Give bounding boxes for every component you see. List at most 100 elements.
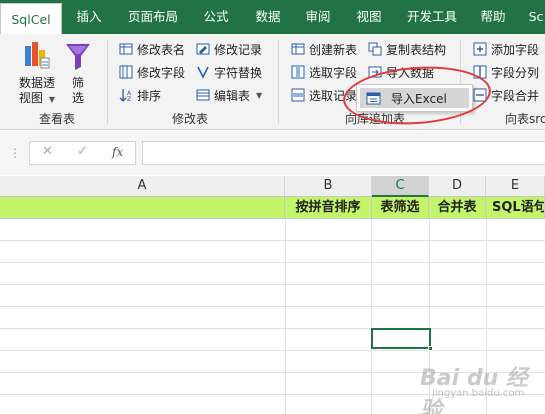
grid-row-line — [0, 284, 545, 285]
column-header-c[interactable]: C — [372, 176, 429, 197]
import-dropdown-menu: 导入Excel — [356, 84, 473, 112]
grid-row-line — [0, 240, 545, 241]
create-table-label: 创建新表 — [309, 42, 358, 57]
grid-row-line — [0, 306, 545, 307]
column-header-d[interactable]: D — [429, 176, 486, 197]
watermark-url: jingyan.baidu.com — [432, 388, 525, 399]
import-data-label: 导入数据 — [386, 65, 435, 80]
modify-field-label: 修改字段 — [137, 65, 186, 80]
tab-page-layout[interactable]: 页面布局 — [118, 0, 188, 34]
add-field-label: 添加字段 — [491, 42, 540, 57]
field-edit-icon — [118, 65, 133, 80]
column-header-e[interactable]: E — [486, 176, 545, 197]
filter-label-line2: 选 — [71, 91, 84, 105]
rename-table-button[interactable]: 修改表名 — [118, 39, 185, 59]
group-label-field: 向表src — [505, 112, 545, 126]
table-row: 按拼音排序 表筛选 合并表 SQL语句 — [0, 197, 545, 219]
tab-data[interactable]: 数据 — [248, 0, 288, 34]
sort-button[interactable]: AZ 排序 — [118, 85, 161, 105]
cancel-icon[interactable]: ✕ — [42, 144, 53, 159]
replace-char-label: 字符替换 — [214, 65, 263, 80]
cell-c1[interactable]: 表筛选 — [372, 197, 429, 219]
group-separator — [107, 40, 108, 124]
cell-b1[interactable]: 按拼音排序 — [285, 197, 372, 219]
grid-row-line — [0, 262, 545, 263]
modify-field-button[interactable]: 修改字段 — [118, 62, 185, 82]
confirm-icon[interactable]: ✓ — [77, 144, 88, 159]
edit-table-icon — [195, 88, 210, 103]
add-field-icon — [472, 42, 487, 57]
formula-bar: ⋮ ✕ ✓ fx — [0, 131, 545, 175]
grid-row-line — [0, 350, 545, 351]
replace-char-button[interactable]: 字符替换 — [195, 62, 262, 82]
copy-structure-button[interactable]: 复制表结构 — [367, 39, 446, 59]
pivot-table-button[interactable]: 数据透 视图 ▼ — [14, 40, 60, 107]
tab-insert[interactable]: 插入 — [68, 0, 110, 34]
pivot-table-icon — [25, 42, 50, 69]
modify-record-button[interactable]: 修改记录 — [195, 39, 262, 59]
excel-import-icon — [366, 91, 381, 106]
import-excel-menu-item[interactable]: 导入Excel — [360, 88, 469, 108]
select-field-icon — [290, 65, 305, 80]
column-header-a[interactable]: A — [0, 176, 285, 197]
sort-label: 排序 — [137, 88, 162, 103]
cell-d1[interactable]: 合并表 — [429, 197, 486, 219]
filter-label-line1: 筛 — [71, 76, 84, 90]
group-label-view-table: 查看表 — [38, 112, 75, 126]
grid-column-line — [285, 219, 286, 414]
sort-icon: AZ — [118, 88, 133, 103]
merge-field-icon — [472, 88, 487, 103]
select-record-icon — [290, 88, 305, 103]
merge-field-label: 字段合并 — [491, 88, 540, 103]
tab-formulas[interactable]: 公式 — [196, 0, 236, 34]
copy-structure-icon — [367, 42, 382, 57]
chevron-down-icon: ▼ — [48, 95, 56, 104]
add-field-button[interactable]: 添加字段 — [472, 39, 539, 59]
table-edit-icon — [118, 42, 133, 57]
split-field-icon — [472, 65, 487, 80]
import-data-button[interactable]: 导入数据 — [367, 62, 434, 82]
svg-text:Z: Z — [127, 96, 131, 102]
tab-sqlcel[interactable]: SqlCel — [0, 3, 62, 34]
ribbon-tab-bar: SqlCel 插入 页面布局 公式 数据 审阅 视图 开发工具 帮助 Sc — [0, 0, 545, 34]
select-field-button[interactable]: 选取字段 — [290, 62, 357, 82]
edit-table-label: 编辑表 — [214, 88, 251, 103]
fill-handle[interactable] — [428, 346, 433, 351]
tab-help[interactable]: 帮助 — [473, 0, 513, 34]
group-separator — [278, 40, 279, 124]
rename-table-label: 修改表名 — [137, 42, 186, 57]
split-field-button[interactable]: 字段分列 — [472, 62, 539, 82]
active-cell[interactable] — [371, 328, 433, 351]
tab-sc[interactable]: Sc — [521, 0, 545, 34]
function-icon[interactable]: fx — [112, 145, 123, 159]
formula-input[interactable] — [142, 141, 545, 165]
chevron-down-icon: ▼ — [256, 90, 263, 100]
tab-review[interactable]: 审阅 — [298, 0, 338, 34]
group-label-modify-table: 修改表 — [171, 112, 208, 126]
tab-view[interactable]: 视图 — [349, 0, 389, 34]
import-icon — [367, 65, 382, 80]
pivot-label-line2: 视图 — [18, 91, 43, 105]
group-label-append-table: 向库追加表 — [344, 112, 405, 126]
import-excel-label: 导入Excel — [391, 91, 447, 106]
cell-a1[interactable] — [0, 197, 285, 219]
modify-record-label: 修改记录 — [214, 42, 263, 57]
split-field-label: 字段分列 — [491, 65, 540, 80]
edit-table-button[interactable]: 编辑表 ▼ — [195, 85, 262, 105]
select-field-label: 选取字段 — [309, 65, 358, 80]
drag-handle-icon[interactable]: ⋮ — [9, 146, 21, 160]
watermark: Bai du 经验 — [420, 366, 528, 414]
select-record-button[interactable]: 选取记录 — [290, 85, 357, 105]
new-table-icon — [290, 42, 305, 57]
create-table-button[interactable]: 创建新表 — [290, 39, 357, 59]
merge-field-button[interactable]: 字段合并 — [472, 85, 539, 105]
ribbon: 数据透 视图 ▼ 筛 选 查看表 修改表名 修改记录 修改字段 字符替换 AZ 排… — [0, 34, 545, 130]
filter-button[interactable]: 筛 选 — [62, 40, 94, 106]
formula-buttons: ✕ ✓ fx — [29, 141, 136, 165]
cell-e1[interactable]: SQL语句 — [486, 197, 545, 219]
grid-column-line — [371, 219, 372, 414]
record-edit-icon — [195, 42, 210, 57]
pivot-label-line1: 数据透 — [18, 76, 55, 90]
column-header-b[interactable]: B — [285, 176, 372, 197]
tab-developer[interactable]: 开发工具 — [400, 0, 464, 34]
